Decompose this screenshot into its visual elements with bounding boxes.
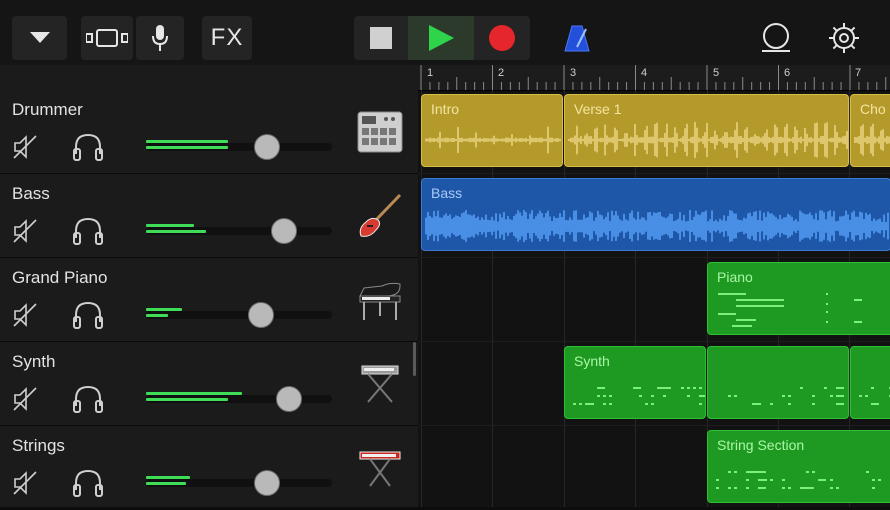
ruler-bar-number: 1 — [427, 67, 434, 79]
browser-button[interactable] — [12, 16, 67, 60]
play-icon — [429, 25, 454, 51]
level-meter — [146, 314, 168, 317]
bass-guitar-icon — [359, 193, 402, 237]
ruler-bar-number: 7 — [855, 67, 862, 79]
region-intro[interactable]: Intro — [421, 94, 563, 167]
level-meter — [146, 476, 190, 479]
fx-button[interactable]: FX — [202, 16, 252, 60]
midi-notes — [573, 387, 705, 405]
view-toggle-icon — [86, 29, 128, 47]
volume-slider[interactable] — [146, 218, 332, 244]
region-verse-1[interactable]: Verse 1 — [564, 94, 849, 167]
mute-speaker-icon[interactable] — [12, 302, 38, 328]
headphones-icon[interactable] — [72, 384, 104, 414]
ruler-ticks — [420, 65, 887, 90]
track-name: Grand Piano — [12, 268, 108, 287]
record-button[interactable] — [474, 16, 530, 60]
track-name: Strings — [12, 436, 65, 455]
midi-notes — [859, 387, 890, 405]
synth-keyboard-icon — [361, 365, 399, 403]
volume-slider[interactable] — [146, 302, 332, 328]
bar-ruler[interactable]: 1 2 3 4 5 6 7 — [418, 65, 890, 91]
mute-speaker-icon[interactable] — [12, 218, 38, 244]
volume-knob[interactable] — [270, 218, 297, 244]
ruler-bar-number: 3 — [570, 67, 577, 79]
bass-waveform — [425, 210, 889, 242]
level-meter — [146, 392, 242, 395]
track-header-bass[interactable]: Bass — [0, 174, 418, 258]
settings-gear-icon — [829, 23, 859, 53]
headphones-icon[interactable] — [72, 132, 104, 162]
drum-waveform — [854, 123, 890, 157]
metronome-icon — [564, 25, 590, 52]
level-meter — [146, 308, 182, 311]
volume-slider[interactable] — [146, 386, 332, 412]
level-meter — [146, 482, 186, 485]
track-header-strings[interactable]: Strings — [0, 426, 418, 510]
track-header-grand-piano[interactable]: Grand Piano — [0, 258, 418, 342]
ruler-bar-number: 5 — [713, 67, 720, 79]
region-piano[interactable]: Piano — [707, 262, 890, 335]
grand-piano-icon — [359, 282, 401, 320]
stop-button[interactable] — [354, 16, 408, 60]
region-label: Piano — [717, 269, 753, 285]
region-bass[interactable]: Bass — [421, 178, 890, 251]
tracks-area[interactable]: 1 2 3 4 5 6 7 Intro Verse 1 Cho Bass Pia… — [418, 65, 890, 507]
settings-button[interactable] — [822, 16, 866, 60]
region-chorus[interactable]: Cho — [850, 94, 890, 167]
track-name: Drummer — [12, 100, 83, 119]
track-name: Synth — [12, 352, 56, 371]
mute-speaker-icon[interactable] — [12, 470, 38, 496]
keyboard-stand-icon — [359, 451, 401, 487]
volume-knob[interactable] — [253, 134, 280, 160]
level-meter — [146, 146, 228, 149]
volume-knob[interactable] — [253, 470, 280, 496]
play-button[interactable] — [408, 16, 474, 60]
drum-waveform — [568, 122, 848, 158]
stop-icon — [370, 27, 392, 49]
level-meter — [146, 140, 228, 143]
headphones-icon[interactable] — [72, 468, 104, 498]
drum-machine-icon — [357, 111, 403, 153]
track-headers: Drummer Bass Grand Piano Synth Strings — [0, 65, 418, 510]
headphones-icon[interactable] — [72, 216, 104, 246]
region-string-section[interactable]: String Section — [707, 430, 890, 503]
transport-controls — [354, 16, 530, 60]
level-meter — [146, 230, 206, 233]
region-synth[interactable]: Synth — [564, 346, 706, 419]
input-button[interactable] — [136, 16, 184, 60]
loop-browser-button[interactable] — [754, 16, 798, 60]
record-icon — [489, 25, 515, 51]
track-header-drummer[interactable]: Drummer — [0, 90, 418, 174]
midi-notes — [728, 387, 844, 405]
microphone-icon — [152, 25, 168, 51]
volume-slider[interactable] — [146, 470, 332, 496]
mute-speaker-icon[interactable] — [12, 386, 38, 412]
track-lanes: Intro Verse 1 Cho Bass Piano Synth Strin… — [418, 90, 890, 507]
ruler-bar-number: 6 — [784, 67, 791, 79]
volume-knob[interactable] — [248, 302, 275, 328]
region-synth-3[interactable] — [850, 346, 890, 419]
level-meter — [146, 224, 194, 227]
track-header-synth[interactable]: Synth — [0, 342, 418, 426]
fx-label: FX — [210, 24, 244, 51]
level-meter — [146, 398, 228, 401]
mute-speaker-icon[interactable] — [12, 134, 38, 160]
volume-knob[interactable] — [276, 386, 303, 412]
ruler-bar-number: 4 — [641, 67, 648, 79]
resize-handle[interactable] — [413, 342, 416, 376]
volume-slider[interactable] — [146, 134, 332, 160]
midi-notes — [716, 471, 881, 489]
control-bar: FX — [0, 0, 890, 66]
loop-browser-icon — [762, 23, 790, 52]
metronome-button[interactable] — [554, 16, 600, 60]
track-name: Bass — [12, 184, 50, 203]
tracks-view-button[interactable] — [81, 16, 133, 60]
ruler-bar-number: 2 — [498, 67, 505, 79]
region-synth-2[interactable] — [707, 346, 849, 419]
headphones-icon[interactable] — [72, 300, 104, 330]
chevron-down-icon — [29, 32, 50, 43]
drum-waveform — [425, 126, 561, 154]
